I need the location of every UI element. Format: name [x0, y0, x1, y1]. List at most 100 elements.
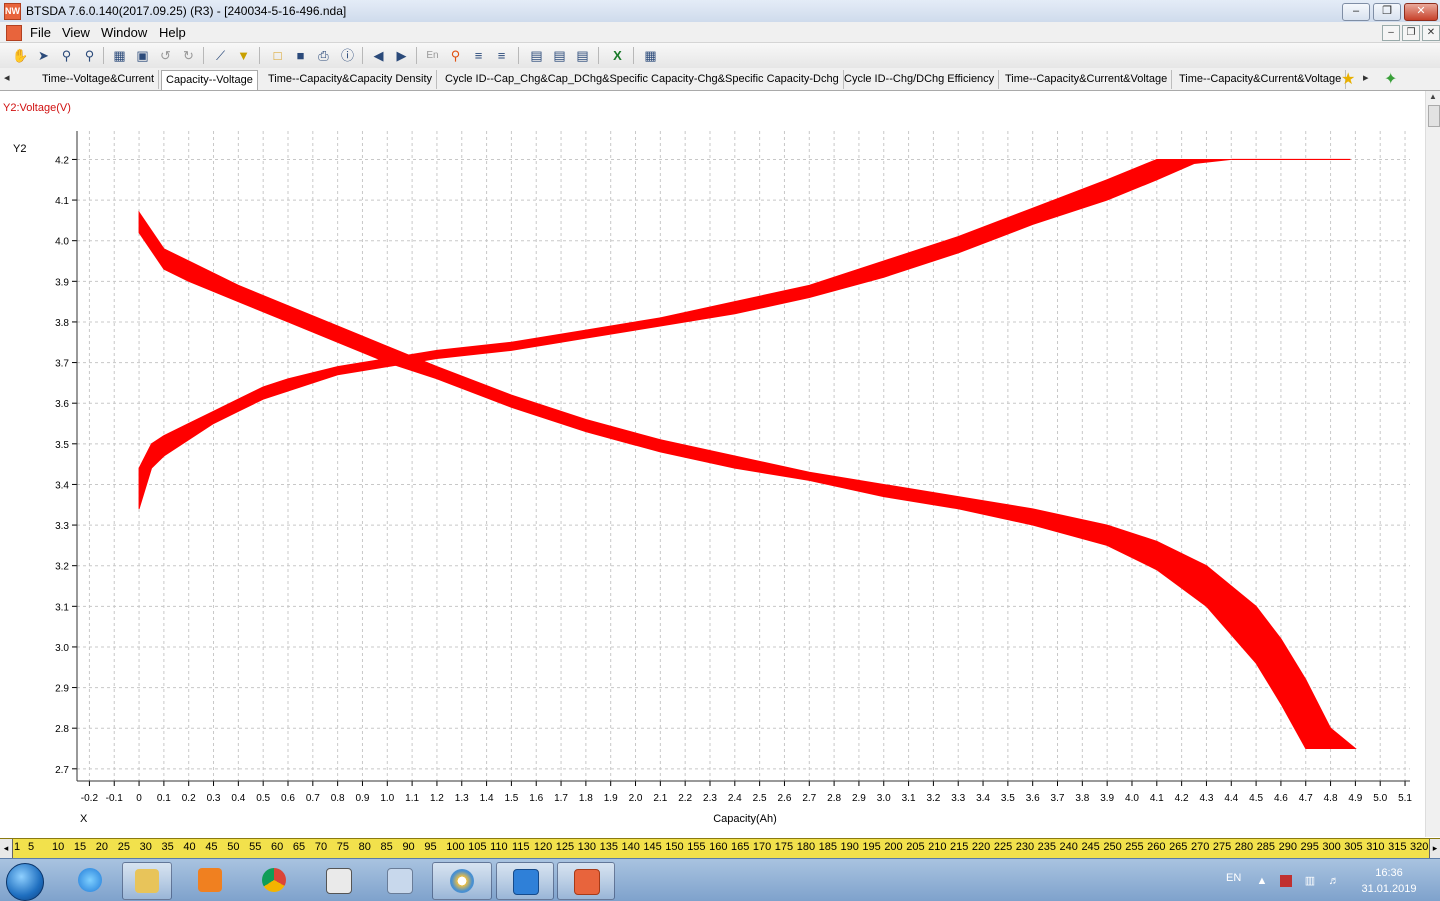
close-button[interactable]: ✕ [1404, 3, 1438, 21]
taskbar-chrome[interactable] [250, 862, 298, 898]
taskbar-bts-da[interactable] [557, 862, 615, 900]
tray-network-icon[interactable]: ▥ [1304, 875, 1316, 887]
table-icon[interactable]: ▤ [528, 47, 545, 64]
tray-security-icon[interactable] [1280, 875, 1292, 887]
x-tick-label: 3.5 [1001, 793, 1015, 804]
add-tab-icon[interactable]: ✦ [1384, 69, 1397, 89]
vertical-scrollbar[interactable]: ▲ [1425, 91, 1440, 837]
table3-icon[interactable]: ▤ [574, 47, 591, 64]
x-tick-label: 0 [136, 793, 142, 804]
y-tick-label: 3.6 [55, 399, 69, 410]
marker-icon[interactable]: ⚲ [447, 47, 464, 64]
restore-button[interactable]: ❐ [1373, 3, 1401, 21]
cursor-line-icon[interactable]: ⟋ [212, 47, 229, 64]
x-tick-label: 2.0 [629, 793, 643, 804]
taskbar-app-box[interactable] [314, 862, 362, 898]
menu-view[interactable]: View [62, 25, 90, 40]
ruler-label: 310 [1366, 841, 1385, 853]
chart-tabs: ◂ Time--Voltage&Current Capacity--Voltag… [0, 68, 1440, 91]
ruler-label: 225 [993, 841, 1013, 853]
x-tick-label: 0.9 [356, 793, 370, 804]
taskbar-bts-client[interactable] [496, 862, 554, 900]
ruler-left-arrow-icon[interactable]: ◂ [0, 839, 13, 858]
table2-icon[interactable]: ▤ [551, 47, 568, 64]
tab-scroll-left-button[interactable]: ◂ [4, 71, 10, 84]
back-icon[interactable]: ◀ [370, 47, 387, 64]
x-tick-label: 2.7 [802, 793, 816, 804]
menu-window[interactable]: Window [101, 25, 147, 40]
pointer-icon[interactable]: ➤ [35, 47, 52, 64]
layout-icon[interactable]: ▣ [134, 47, 151, 64]
print-icon[interactable]: ⎙ [315, 47, 332, 64]
x-tick-label: 4.0 [1125, 793, 1139, 804]
forward-icon[interactable]: ▶ [393, 47, 410, 64]
report-icon[interactable]: ▦ [111, 47, 128, 64]
ruler-label: 120 [533, 841, 553, 853]
taskbar-explorer[interactable] [122, 862, 172, 900]
x-axis-name: X [80, 813, 88, 825]
open-folder-icon[interactable]: □ [269, 47, 286, 64]
align-right-icon[interactable]: ≡ [493, 47, 510, 64]
menu-file[interactable]: File [30, 25, 51, 40]
ruler-right-arrow-icon[interactable]: ▸ [1429, 839, 1440, 858]
y-tick-label: 2.9 [55, 684, 69, 695]
undo-icon[interactable]: ↺ [157, 47, 174, 64]
x-tick-label: 2.8 [827, 793, 841, 804]
scroll-up-arrow-icon[interactable]: ▲ [1427, 92, 1439, 104]
y-tick-label: 3.1 [55, 602, 69, 613]
redo-icon[interactable]: ↻ [180, 47, 197, 64]
tab-time-capacity-current-voltage-2[interactable]: Time--Capacity&Current&Voltage [1175, 70, 1347, 89]
start-button[interactable] [6, 863, 44, 901]
menu-help[interactable]: Help [159, 25, 186, 40]
x-tick-label: 0.2 [182, 793, 196, 804]
cycle-ruler[interactable]: ◂ ▸ 1 5 10 15 20 25 30 35 40 45 50 55 60 65 70 75 80 85 90… [0, 838, 1440, 859]
mdi-close-button[interactable]: ✕ [1422, 25, 1440, 41]
tab-time-capacity-current-voltage[interactable]: Time--Capacity&Current&Voltage [1001, 70, 1173, 89]
tab-cycle-capacity[interactable]: Cycle ID--Cap_Chg&Cap_DChg&Specific Capa… [441, 70, 844, 89]
tab-time-voltage-current[interactable]: Time--Voltage&Current [38, 70, 160, 89]
tray-volume-icon[interactable]: ♬ [1328, 875, 1340, 887]
ruler-label: 265 [1169, 841, 1188, 853]
ruler-label: 1 [14, 841, 21, 853]
taskbar-media-player[interactable] [186, 862, 234, 898]
scroll-thumb[interactable] [1428, 105, 1440, 127]
document-icon[interactable] [6, 25, 22, 41]
mdi-minimize-button[interactable]: – [1382, 25, 1400, 41]
grid-icon[interactable]: ▦ [642, 47, 659, 64]
tab-time-capacity-density[interactable]: Time--Capacity&Capacity Density [264, 70, 438, 89]
x-tick-label: 1.2 [430, 793, 444, 804]
filter-icon[interactable]: ▼ [235, 47, 252, 64]
toolbar-separator [416, 47, 417, 64]
ruler-label: 200 [884, 841, 903, 853]
align-left-icon[interactable]: ≡ [470, 47, 487, 64]
clock[interactable]: 16:36 31.01.2019 [1360, 865, 1418, 897]
ruler-label: 320 [1410, 841, 1429, 853]
tab-cycle-efficiency[interactable]: Cycle ID--Chg/DChg Efficiency [840, 70, 1000, 89]
ruler-label: 150 [665, 841, 684, 853]
ruler-label: 315 [1388, 841, 1407, 853]
app-icon[interactable]: NW [4, 3, 21, 20]
toolbar-separator [362, 47, 363, 64]
tab-scroll-right-button[interactable]: ▸ [1363, 71, 1369, 84]
ruler-label: 305 [1344, 841, 1363, 853]
hand-icon[interactable]: ✋ [12, 47, 29, 64]
zoom-rect-icon[interactable]: ⚲ [58, 47, 75, 64]
tab-capacity-voltage[interactable]: Capacity--Voltage [161, 70, 258, 90]
favorite-star-icon[interactable]: ★ [1341, 69, 1355, 89]
series-label: Y2:Voltage(V) [3, 102, 71, 114]
tray-expand-icon[interactable]: ▲ [1256, 875, 1268, 887]
minimize-button[interactable]: – [1342, 3, 1370, 21]
help-icon[interactable]: ⓘ [339, 47, 356, 64]
zoom-icon[interactable]: ⚲ [81, 47, 98, 64]
paint-icon [450, 869, 474, 893]
save-icon[interactable]: ■ [292, 47, 309, 64]
mdi-restore-button[interactable]: ❐ [1402, 25, 1420, 41]
taskbar-calculator[interactable] [375, 862, 423, 898]
x-tick-label: 1.4 [480, 793, 494, 804]
taskbar-ie[interactable] [66, 862, 114, 898]
excel-icon[interactable]: X [609, 47, 626, 64]
capacity-voltage-chart[interactable]: Y2:Voltage(V) Y2 X Capacity(Ah) -0.2 -0.1… [0, 91, 1425, 837]
taskbar-paint[interactable] [432, 862, 492, 900]
language-icon[interactable]: En [424, 47, 441, 64]
language-indicator[interactable]: EN [1226, 872, 1241, 884]
